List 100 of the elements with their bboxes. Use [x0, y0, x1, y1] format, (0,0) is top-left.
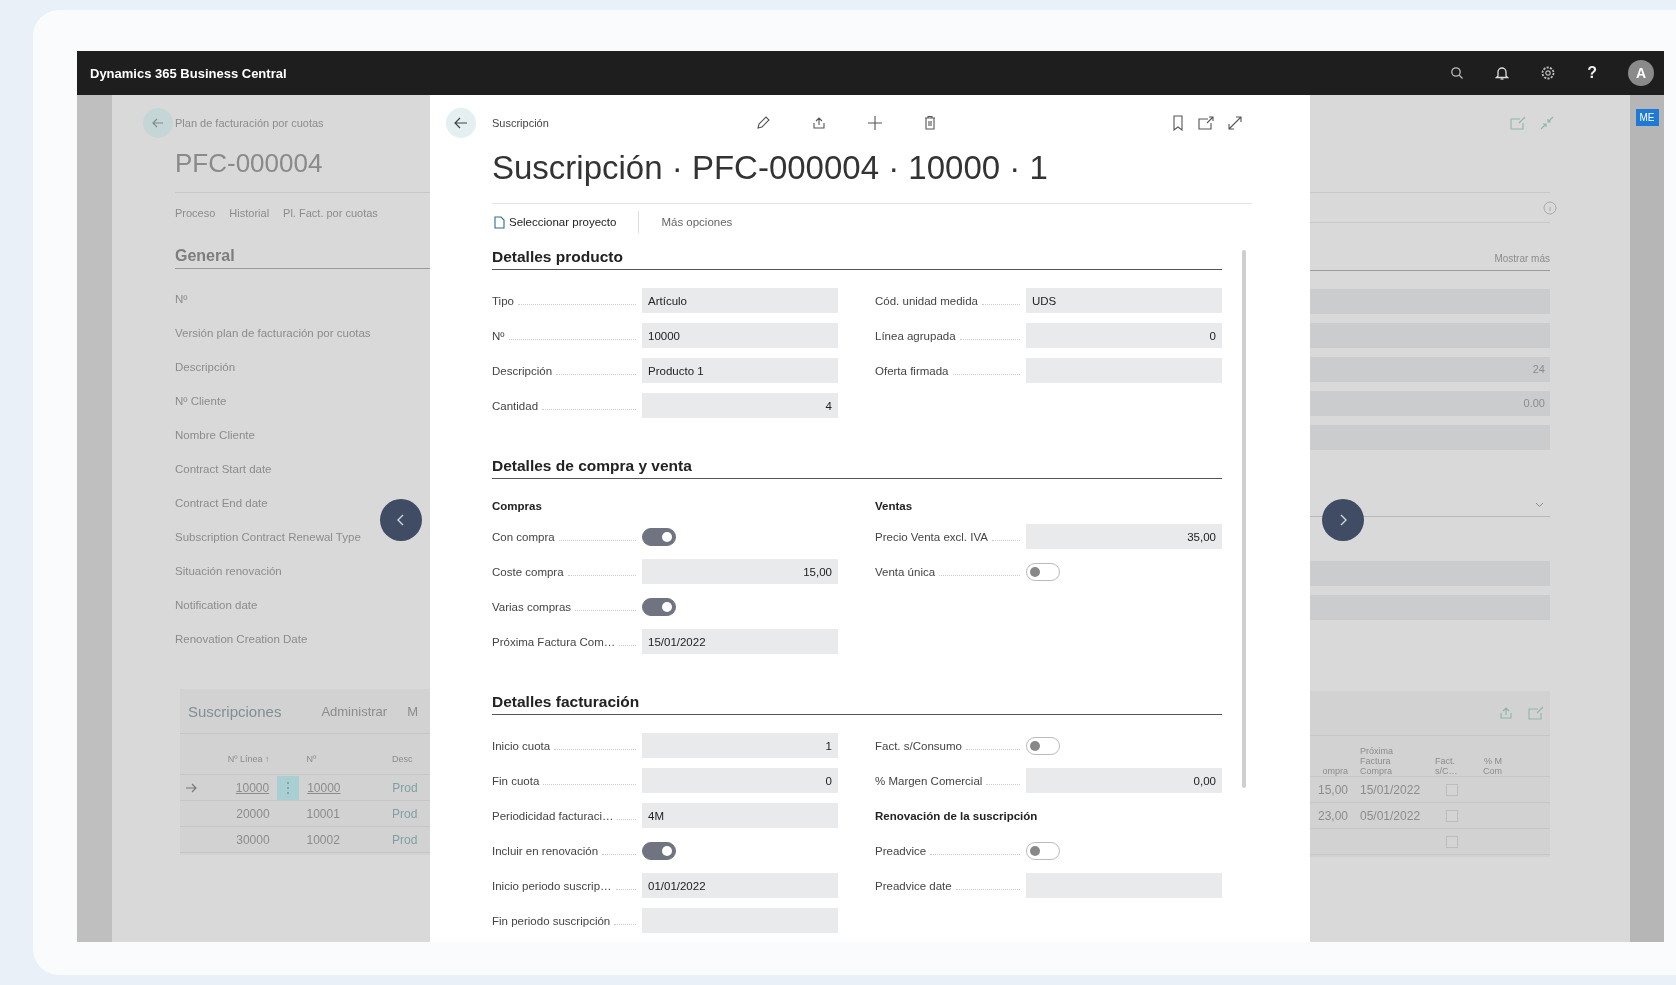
info-icon[interactable]: [1543, 200, 1557, 215]
field-label: % Margen Comercial: [875, 774, 983, 787]
section-heading: Detalles facturación: [492, 692, 1222, 715]
field-label: Tipo: [492, 294, 514, 307]
input-field[interactable]: [1310, 322, 1550, 348]
input-field[interactable]: 15/01/2022: [642, 629, 838, 654]
field-label: Cód. unidad medida: [875, 294, 978, 307]
column-header[interactable]: Desc: [392, 754, 430, 764]
field-label: Periodicidad facturaci…: [492, 809, 614, 822]
share-icon[interactable]: [810, 115, 827, 131]
toggle-switch[interactable]: [642, 597, 676, 616]
help-icon[interactable]: ?: [1587, 64, 1597, 82]
popout-icon[interactable]: [1198, 116, 1214, 130]
group-heading: Compras: [492, 499, 543, 514]
leader-line: [981, 302, 1020, 305]
toggle-switch[interactable]: [642, 527, 676, 546]
table-cell[interactable]: 10000: [214, 780, 270, 795]
scrollbar[interactable]: [1242, 250, 1246, 788]
field-label: Oferta firmada: [875, 364, 949, 377]
leader-line: [991, 538, 1020, 541]
input-field[interactable]: [1310, 288, 1550, 314]
chevron-icon: [1535, 501, 1544, 508]
input-field[interactable]: [1310, 594, 1550, 620]
field-label: Venta única: [875, 565, 936, 578]
column-header[interactable]: % M Com: [1476, 756, 1502, 776]
input-field[interactable]: [1310, 424, 1550, 450]
next-button[interactable]: [1322, 499, 1364, 541]
input-field[interactable]: 15,00: [642, 559, 838, 584]
input-field[interactable]: 0,00: [1026, 768, 1222, 793]
chevron-left-icon: [396, 513, 406, 527]
expand-icon[interactable]: [1228, 116, 1242, 130]
section-heading: Detalles producto: [492, 247, 1222, 270]
action-button[interactable]: Más opciones: [659, 212, 735, 232]
input-field[interactable]: 1: [642, 733, 838, 758]
table-cell-text: 20000: [235, 806, 270, 821]
field-label: Con compra: [492, 530, 555, 543]
back-button[interactable]: [446, 108, 476, 138]
row-menu-handle[interactable]: [277, 775, 300, 800]
subpage-tab[interactable]: M: [407, 703, 418, 719]
pencil-icon[interactable]: [754, 115, 771, 131]
toggle-switch[interactable]: [1026, 562, 1060, 581]
subpage-tab[interactable]: Administrar: [321, 703, 388, 719]
field-label: Preadvice date: [875, 879, 952, 892]
action-tab[interactable]: Historial: [229, 207, 270, 219]
table-cell: 23,00: [1317, 808, 1348, 823]
user-badge[interactable]: ME: [1635, 109, 1659, 126]
field-label: Cantidad: [492, 399, 539, 412]
leader-line: [614, 922, 636, 925]
input-field[interactable]: Producto 1: [642, 358, 838, 383]
column-header[interactable]: Próxima Factura Compra: [1348, 746, 1406, 776]
back-button[interactable]: [143, 108, 173, 138]
plus-icon[interactable]: [866, 115, 883, 131]
input-field[interactable]: [1310, 560, 1550, 586]
field-label: Fin periodo suscripción: [492, 914, 611, 927]
field-label: Nº Cliente: [175, 395, 227, 407]
breadcrumb: Suscripción: [492, 117, 549, 129]
leader-line: [615, 887, 636, 890]
section-heading: General: [175, 247, 430, 269]
leader-line: [567, 573, 636, 576]
field-label: Inicio cuota: [492, 739, 551, 752]
leader-line: [952, 372, 1020, 375]
column-header[interactable]: Fact. s/C…: [1435, 756, 1469, 776]
input-field[interactable]: 10000: [642, 323, 838, 348]
input-field[interactable]: 35,00: [1026, 524, 1222, 549]
input-field[interactable]: 0: [642, 768, 838, 793]
action-button[interactable]: Seleccionar proyecto: [492, 211, 619, 233]
action-tab[interactable]: Pl. Fact. por cuotas: [283, 207, 378, 219]
field-label: Descripción: [492, 364, 553, 377]
breadcrumb: Plan de facturación por cuotas: [175, 117, 324, 129]
toggle-switch[interactable]: [1026, 736, 1060, 755]
bookmark-icon[interactable]: [1172, 115, 1184, 131]
page-title: PFC-000004: [175, 147, 324, 180]
action-tab[interactable]: Proceso: [175, 207, 216, 219]
input-field[interactable]: 4: [642, 393, 838, 418]
toggle-switch[interactable]: [642, 841, 676, 860]
input-field[interactable]: 0.00: [1310, 390, 1550, 416]
group-heading: Renovación de la suscripción: [875, 808, 1038, 824]
input-field[interactable]: 0: [1026, 323, 1222, 348]
input-field[interactable]: 01/01/2022: [642, 873, 838, 898]
leader-line: [986, 782, 1020, 785]
group-heading: Ventas: [875, 499, 914, 514]
column-header[interactable]: Nº: [306, 754, 392, 764]
bell-icon[interactable]: [1495, 65, 1510, 81]
column-header[interactable]: ompra: [1310, 766, 1348, 776]
subpage-tab[interactable]: Suscripciones: [188, 702, 282, 720]
leader-line: [619, 643, 636, 646]
collapse-icon[interactable]: [1540, 116, 1554, 130]
trash-icon[interactable]: [922, 115, 937, 131]
settings-icon[interactable]: [1540, 65, 1557, 81]
input-field[interactable]: 4M: [642, 803, 838, 828]
search-icon[interactable]: [1450, 66, 1465, 80]
input-field[interactable]: UDS: [1026, 288, 1222, 313]
column-header[interactable]: Nº Línea ↑: [214, 754, 270, 764]
app-title: Dynamics 365 Business Central: [90, 65, 287, 81]
input-field[interactable]: Artículo: [642, 288, 838, 313]
toggle-switch[interactable]: [1026, 841, 1060, 860]
previous-button[interactable]: [380, 499, 422, 541]
field-label: Nº: [175, 293, 188, 305]
user-avatar[interactable]: A: [1628, 60, 1654, 86]
show-more-link[interactable]: Mostrar más: [1494, 252, 1550, 264]
